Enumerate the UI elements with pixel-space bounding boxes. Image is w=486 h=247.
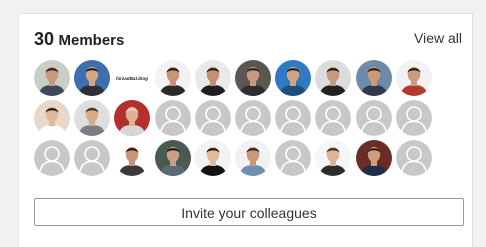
member-avatar[interactable] <box>235 140 271 176</box>
member-avatar[interactable] <box>194 60 231 96</box>
member-avatar[interactable] <box>315 140 352 176</box>
member-avatar-placeholder[interactable] <box>395 140 432 176</box>
member-avatar[interactable] <box>355 60 392 96</box>
member-count: 30 <box>34 29 55 49</box>
member-avatar[interactable] <box>154 140 191 176</box>
member-avatar-placeholder[interactable] <box>395 100 432 136</box>
member-avatar[interactable] <box>315 60 352 96</box>
member-avatar-placeholder[interactable] <box>74 140 111 176</box>
member-avatar[interactable] <box>34 60 70 96</box>
member-avatar-placeholder[interactable] <box>34 140 70 176</box>
member-avatar-placeholder[interactable] <box>355 100 392 136</box>
member-avatar-placeholder[interactable] <box>275 140 312 176</box>
member-avatar-placeholder[interactable] <box>194 100 231 136</box>
member-avatar[interactable] <box>114 140 151 176</box>
member-avatar[interactable] <box>194 140 231 176</box>
member-avatar-logo[interactable]: hirzadBat.blog <box>114 60 151 96</box>
svg-text:hirzadBat.blog: hirzadBat.blog <box>116 76 148 81</box>
member-avatar[interactable] <box>154 60 191 96</box>
view-all-link[interactable]: View all <box>414 30 462 46</box>
member-avatar-placeholder[interactable] <box>275 100 312 136</box>
members-card: 30 Members View all hirzadBat.blog Invit… <box>18 13 473 247</box>
member-avatar[interactable] <box>34 100 70 136</box>
invite-colleagues-button[interactable]: Invite your colleagues <box>34 198 464 226</box>
member-avatar-placeholder[interactable] <box>315 100 352 136</box>
member-avatar-placeholder[interactable] <box>154 100 191 136</box>
member-avatar[interactable] <box>74 100 111 136</box>
card-header: 30 Members View all <box>19 14 472 60</box>
member-avatar[interactable] <box>395 60 432 96</box>
member-avatar[interactable] <box>114 100 151 136</box>
members-title: 30 Members <box>34 29 124 50</box>
member-avatar-placeholder[interactable] <box>235 100 271 136</box>
member-label: Members <box>58 32 125 49</box>
member-avatar[interactable] <box>275 60 312 96</box>
member-avatar[interactable] <box>74 60 111 96</box>
member-avatar[interactable] <box>355 140 392 176</box>
member-avatar[interactable] <box>235 60 271 96</box>
